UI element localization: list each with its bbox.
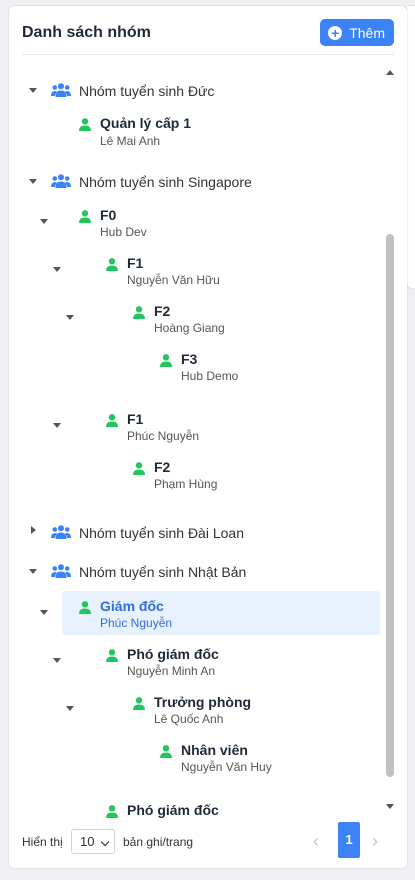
add-button[interactable]: + Thêm [320, 19, 394, 46]
node-person: Hub Demo [181, 369, 239, 383]
panel-header: Danh sách nhóm + Thêm [22, 18, 394, 55]
scroll-up-arrow-icon[interactable] [386, 70, 394, 75]
node-person: Phạm Hùng [154, 477, 218, 491]
node-role: Phó giám đốc [127, 646, 219, 662]
person-icon [79, 210, 91, 223]
page-size-select[interactable]: 10 [71, 829, 115, 854]
person-icon [106, 258, 118, 271]
node-role: Trưởng phòng [154, 694, 252, 710]
node-role: F2 [154, 459, 171, 475]
node-role: Quản lý cấp 1 [100, 115, 192, 131]
users-icon [51, 525, 71, 539]
previous-page-button[interactable]: ‹ [313, 831, 327, 851]
caret-down-icon[interactable] [40, 610, 48, 615]
add-button-label: Thêm [349, 24, 385, 41]
node-role: F1 [127, 411, 144, 427]
caret-down-icon[interactable] [40, 219, 48, 224]
person-icon [160, 354, 172, 367]
node-role: F1 [127, 255, 144, 271]
node-role: F2 [154, 303, 171, 319]
person-icon [106, 805, 118, 818]
node-person: Phúc Nguyễn [127, 429, 200, 443]
node-role: Nhân viên [181, 742, 248, 758]
caret-down-icon[interactable] [66, 315, 74, 320]
node-person: Lê Quốc Anh [154, 712, 224, 726]
person-icon [133, 697, 145, 710]
node-person: Lê Mai Anh [100, 134, 161, 148]
node-role: Phó giám đốc [127, 802, 219, 818]
caret-right-icon[interactable] [31, 526, 36, 534]
group-label: Nhóm tuyển sinh Singapore [79, 174, 252, 190]
node-role: Giám đốc [100, 598, 164, 614]
users-icon [51, 564, 71, 578]
tree-scrollbar[interactable] [385, 64, 395, 809]
group-list-panel: Danh sách nhóm + Thêm Nhóm tuyển sinh Đứ… [9, 6, 407, 868]
group-tree[interactable]: Nhóm tuyển sinh Đức Quản lý cấp 1 Lê Mai… [9, 64, 385, 819]
caret-down-icon[interactable] [29, 569, 37, 574]
node-role: F0 [100, 207, 117, 223]
users-icon [51, 174, 71, 188]
node-person: Nguyễn Văn Huy [181, 760, 272, 774]
person-icon [133, 306, 145, 319]
person-icon [79, 601, 91, 614]
group-label: Nhóm tuyển sinh Nhật Bản [79, 564, 247, 580]
person-icon [133, 462, 145, 475]
node-person: Nguyễn Minh An [127, 664, 216, 678]
page-button-current[interactable]: 1 [338, 822, 360, 858]
adjacent-panel-edge [407, 6, 415, 288]
group-label: Nhóm tuyển sinh Đức [79, 83, 215, 99]
node-person: Hoàng Giang [154, 321, 225, 335]
caret-down-icon[interactable] [53, 267, 61, 272]
node-person: Phúc Nguyễn [100, 616, 173, 630]
node-person: Hub Dev [100, 225, 147, 239]
show-label: Hiển thị [22, 835, 63, 849]
caret-down-icon[interactable] [66, 706, 74, 711]
node-person: Nguyễn Văn Hữu [127, 273, 220, 287]
scrollbar-thumb[interactable] [386, 234, 394, 777]
person-icon [160, 745, 172, 758]
next-page-button[interactable]: › [372, 831, 386, 851]
chevron-down-icon [100, 837, 110, 847]
scroll-down-arrow-icon[interactable] [386, 804, 394, 809]
person-icon [106, 414, 118, 427]
caret-down-icon[interactable] [53, 423, 61, 428]
caret-down-icon[interactable] [29, 179, 37, 184]
page-size-value: 10 [80, 834, 95, 849]
node-role: F3 [181, 351, 198, 367]
per-page-label: bản ghi/trang [123, 835, 194, 849]
person-icon [79, 118, 91, 131]
pagination-footer: Hiển thị 10 bản ghi/trang ‹ 1 › [22, 822, 394, 860]
caret-down-icon[interactable] [53, 658, 61, 663]
caret-down-icon[interactable] [29, 88, 37, 93]
person-icon [106, 649, 118, 662]
plus-circle-icon: + [328, 25, 343, 40]
users-icon [51, 83, 71, 97]
group-label: Nhóm tuyển sinh Đài Loan [79, 525, 244, 541]
page-title: Danh sách nhóm [22, 24, 151, 41]
